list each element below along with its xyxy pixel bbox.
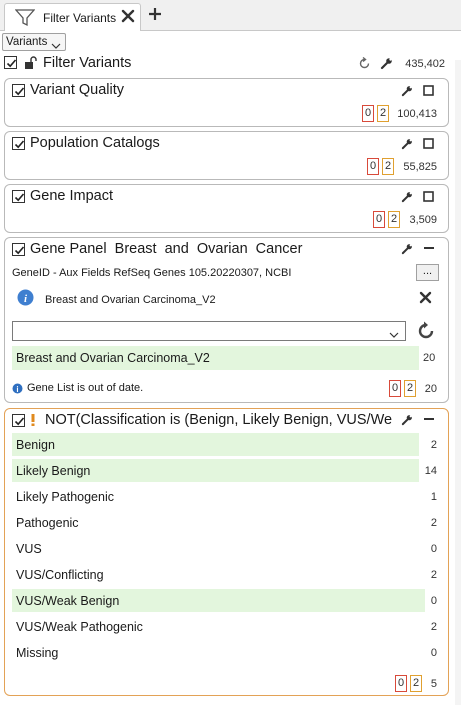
badge-yellow: 2 xyxy=(382,158,395,175)
info-icon: i xyxy=(12,383,23,397)
classification-title: NOT(Classification is (Benign, Likely Be… xyxy=(45,412,393,428)
variant-quality-title: Variant Quality xyxy=(30,82,125,98)
row-count: 2 xyxy=(430,621,437,633)
gene-list-warning: Gene List is out of date. xyxy=(27,382,144,394)
badge-yellow: 2 xyxy=(377,105,390,122)
row-count: 2 xyxy=(430,569,437,581)
classification-row-vus-conflicting[interactable]: VUS/Conflicting xyxy=(12,563,419,586)
funnel-icon xyxy=(14,9,36,30)
badge-red: 0 xyxy=(367,158,380,175)
gene-list-row[interactable]: Breast and Ovarian Carcinoma_V2 xyxy=(12,346,419,370)
wrench-icon[interactable] xyxy=(401,243,413,258)
classification-row-vus-weak-benign[interactable]: VUS/Weak Benign xyxy=(12,589,425,612)
badge-yellow: 2 xyxy=(388,211,401,228)
maximize-icon[interactable] xyxy=(423,138,434,152)
card-gene-panel: Gene Panel Breast and Ovarian Cancer Gen… xyxy=(4,237,449,403)
classification-row-vus[interactable]: VUS xyxy=(12,537,419,560)
gene-panel-options-button[interactable]: ... xyxy=(416,264,439,281)
row-label: VUS/Weak Pathogenic xyxy=(16,620,143,634)
classification-row-likely-pathogenic[interactable]: Likely Pathogenic xyxy=(12,485,419,508)
root-count: 435,402 xyxy=(405,58,445,70)
row-count: 1 xyxy=(430,491,437,503)
reset-icon[interactable] xyxy=(358,56,371,73)
population-catalogs-count: 55,825 xyxy=(403,161,437,173)
row-label: Likely Pathogenic xyxy=(16,490,114,504)
row-count: 0 xyxy=(430,647,437,659)
minimize-icon[interactable] xyxy=(423,413,435,427)
badge-yellow: 2 xyxy=(410,675,423,692)
row-count: 0 xyxy=(430,543,437,555)
wrench-icon[interactable] xyxy=(401,191,413,206)
gene-list-row-label: Breast and Ovarian Carcinoma_V2 xyxy=(16,351,210,365)
minimize-icon[interactable] xyxy=(423,242,435,256)
row-count: 0 xyxy=(430,595,437,607)
badge-red: 0 xyxy=(373,211,386,228)
maximize-icon[interactable] xyxy=(423,191,434,205)
wrench-icon[interactable] xyxy=(401,414,413,429)
classification-count: 5 xyxy=(430,678,437,690)
gene-panel-count: 20 xyxy=(424,383,437,395)
wrench-icon[interactable] xyxy=(380,57,393,73)
card-population-catalogs: Population Catalogs 0 2 55,825 xyxy=(4,131,449,180)
refresh-icon[interactable] xyxy=(416,321,436,344)
chevron-down-icon xyxy=(389,328,399,342)
row-count: 2 xyxy=(430,517,437,529)
classification-row-benign[interactable]: Benign xyxy=(12,433,419,456)
add-tab-icon[interactable] xyxy=(148,7,162,24)
gene-panel-checkbox[interactable] xyxy=(12,243,25,256)
maximize-icon[interactable] xyxy=(423,85,434,99)
variant-quality-checkbox[interactable] xyxy=(12,84,25,97)
root-checkbox[interactable] xyxy=(4,56,17,69)
card-variant-quality: Variant Quality 0 2 100,413 xyxy=(4,78,449,127)
classification-row-pathogenic[interactable]: Pathogenic xyxy=(12,511,419,534)
scrollbar[interactable] xyxy=(455,60,461,705)
gene-impact-title: Gene Impact xyxy=(30,188,114,204)
badge-red: 0 xyxy=(395,675,408,692)
badge-yellow: 2 xyxy=(404,380,417,397)
card-classification: NOT(Classification is (Benign, Likely Be… xyxy=(4,408,449,696)
unlock-icon[interactable] xyxy=(23,56,37,73)
population-catalogs-checkbox[interactable] xyxy=(12,137,25,150)
wrench-icon[interactable] xyxy=(401,85,413,100)
row-count: 14 xyxy=(424,465,437,477)
warning-icon xyxy=(30,413,36,430)
root-filter-title: Filter Variants xyxy=(43,55,132,71)
gene-panel-title: Gene Panel Breast and Ovarian Cancer xyxy=(30,241,303,257)
variants-dropdown[interactable]: Variants xyxy=(2,33,66,51)
row-label: Likely Benign xyxy=(16,464,91,478)
classification-row-missing[interactable]: Missing xyxy=(12,641,419,664)
variants-dropdown-value: Variants xyxy=(6,36,48,48)
gene-list-row-count: 20 xyxy=(423,352,436,364)
row-count: 2 xyxy=(430,439,437,451)
gene-impact-checkbox[interactable] xyxy=(12,190,25,203)
classification-row-likely-benign[interactable]: Likely Benign xyxy=(12,459,419,482)
info-icon: i xyxy=(17,289,34,309)
gene-panel-source: GeneID - Aux Fields RefSeq Genes 105.202… xyxy=(12,267,292,279)
card-gene-impact: Gene Impact 0 2 3,509 xyxy=(4,184,449,233)
badge-red: 0 xyxy=(389,380,402,397)
population-catalogs-title: Population Catalogs xyxy=(30,135,160,151)
row-label: VUS/Conflicting xyxy=(16,568,104,582)
classification-checkbox[interactable] xyxy=(12,414,25,427)
tab-filter-variants[interactable]: Filter Variants xyxy=(4,3,141,31)
row-label: VUS xyxy=(16,542,42,556)
close-icon[interactable] xyxy=(419,291,432,307)
tab-label: Filter Variants xyxy=(43,11,117,25)
svg-text:i: i xyxy=(16,385,18,394)
chevron-down-icon xyxy=(51,39,61,53)
gene-impact-count: 3,509 xyxy=(409,214,437,226)
row-label: VUS/Weak Benign xyxy=(16,594,120,608)
row-label: Missing xyxy=(16,646,59,660)
tab-bar: Filter Variants xyxy=(0,0,461,31)
badge-red: 0 xyxy=(362,105,375,122)
row-label: Benign xyxy=(16,438,55,452)
gene-list-name: Breast and Ovarian Carcinoma_V2 xyxy=(45,294,216,306)
wrench-icon[interactable] xyxy=(401,138,413,153)
row-label: Pathogenic xyxy=(16,516,79,530)
gene-list-combo[interactable] xyxy=(12,321,406,341)
root-filter-header: Filter Variants 435,402 xyxy=(0,53,449,75)
variant-quality-count: 100,413 xyxy=(397,108,437,120)
close-icon[interactable] xyxy=(121,9,135,26)
classification-row-vus-weak-pathogenic[interactable]: VUS/Weak Pathogenic xyxy=(12,615,419,638)
